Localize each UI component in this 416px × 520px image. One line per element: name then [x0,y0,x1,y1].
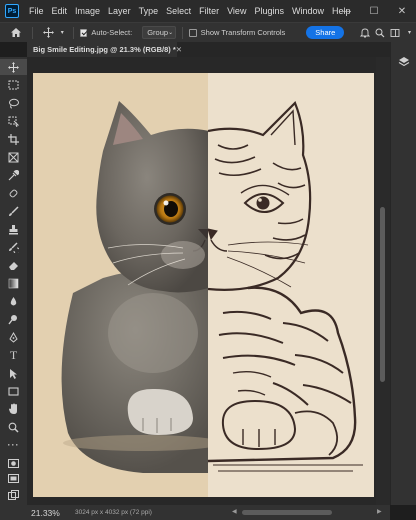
minimize-button[interactable]: — [332,0,360,22]
horizontal-scroll-thumb[interactable] [242,510,332,515]
move-tool-icon[interactable] [0,59,27,75]
document-tab-title: Big Smile Editing.jpg @ 21.3% (RGB/8) * [33,45,176,54]
crop-tool-icon[interactable] [0,131,27,147]
frames-icon[interactable] [0,487,27,503]
status-bar: 21.33% 3024 px x 4032 px (72 ppi) ◀ ▶ [27,505,390,520]
menu-plugins[interactable]: Plugins [250,6,288,16]
maximize-button[interactable]: ☐ [360,0,388,22]
type-tool-icon[interactable]: T [0,347,27,363]
eraser-tool-icon[interactable] [0,257,27,273]
divider [32,26,34,39]
move-tool-preset-icon[interactable] [39,27,57,38]
brush-tool-icon[interactable] [0,203,27,219]
show-transform-controls-label: Show Transform Controls [200,28,286,37]
document-tab[interactable]: Big Smile Editing.jpg @ 21.3% (RGB/8) * … [27,42,182,57]
divider [72,26,74,39]
frame-tool-icon[interactable] [0,149,27,165]
bell-icon[interactable] [358,28,371,38]
scroll-left-icon[interactable]: ◀ [232,508,237,515]
menu-edit[interactable]: Edit [48,6,72,16]
search-icon[interactable] [373,28,386,38]
workspace-icon[interactable] [388,28,401,38]
share-button[interactable]: Share [306,26,345,39]
sketch-background [208,73,374,497]
lasso-tool-icon[interactable] [0,95,27,111]
app-logo-icon[interactable]: Ps [5,4,19,18]
menu-type[interactable]: Type [135,6,163,16]
quick-mask-icon[interactable] [0,455,27,471]
chevron-down-icon[interactable]: ▾ [58,29,67,36]
window-controls: — ☐ ✕ [332,0,416,22]
menu-select[interactable]: Select [162,6,195,16]
blur-tool-icon[interactable] [0,293,27,309]
scroll-right-icon[interactable]: ▶ [377,508,382,515]
eyedropper-tool-icon[interactable] [0,167,27,183]
show-transform-controls-checkbox[interactable] [189,28,197,37]
vertical-scroll-thumb[interactable] [380,207,385,382]
screen-mode-icon[interactable] [0,471,27,487]
zoom-level[interactable]: 21.33% [31,508,71,518]
spot-healing-tool-icon[interactable] [0,185,27,201]
auto-select-checkbox[interactable] [79,28,88,37]
dodge-tool-icon[interactable] [0,311,27,327]
divider [182,26,184,39]
vertical-scrollbar[interactable] [376,57,390,505]
layers-icon[interactable] [397,55,411,69]
history-brush-tool-icon[interactable] [0,239,27,255]
object-select-tool-icon[interactable] [0,113,27,129]
home-icon[interactable] [6,27,26,38]
toolbar-footer [0,505,27,520]
menu-window[interactable]: Window [288,6,328,16]
hand-tool-icon[interactable] [0,401,27,417]
menu-bar: Ps File Edit Image Layer Type Select Fil… [0,0,416,22]
document-image [33,73,374,497]
chevron-down-icon: ⌄ [168,30,174,36]
tools-panel-bottom [0,455,27,505]
gradient-tool-icon[interactable] [0,275,27,291]
menu-layer[interactable]: Layer [104,6,135,16]
zoom-tool-icon[interactable] [0,419,27,435]
pen-tool-icon[interactable] [0,329,27,345]
auto-select-value: Group [147,28,169,37]
close-button[interactable]: ✕ [388,0,416,22]
right-panel-dock [390,42,416,505]
tools-panel: T ··· ⤷ [0,57,27,505]
menu-file[interactable]: File [25,6,48,16]
marquee-tool-icon[interactable] [0,77,27,93]
chevron-down-icon[interactable]: ▾ [403,29,416,36]
menu-image[interactable]: Image [71,6,104,16]
document-canvas[interactable] [33,73,374,497]
rectangle-tool-icon[interactable] [0,383,27,399]
auto-select-dropdown[interactable]: Group ⌄ [142,26,177,39]
photoshop-window: Ps File Edit Image Layer Type Select Fil… [0,0,416,520]
menu-view[interactable]: View [223,6,250,16]
options-bar: ▾ Auto-Select: Group ⌄ Show Transform Co… [0,22,416,42]
document-tab-bar: Big Smile Editing.jpg @ 21.3% (RGB/8) * … [27,42,390,57]
clone-stamp-tool-icon[interactable] [0,221,27,237]
close-tab-icon[interactable]: ✕ [176,45,182,54]
more-tools-icon[interactable]: ··· [0,437,27,453]
auto-select-label: Auto-Select: [91,28,133,37]
menu-filter[interactable]: Filter [195,6,223,16]
document-info: 3024 px x 4032 px (72 ppi) [75,509,152,516]
path-select-tool-icon[interactable] [0,365,27,381]
